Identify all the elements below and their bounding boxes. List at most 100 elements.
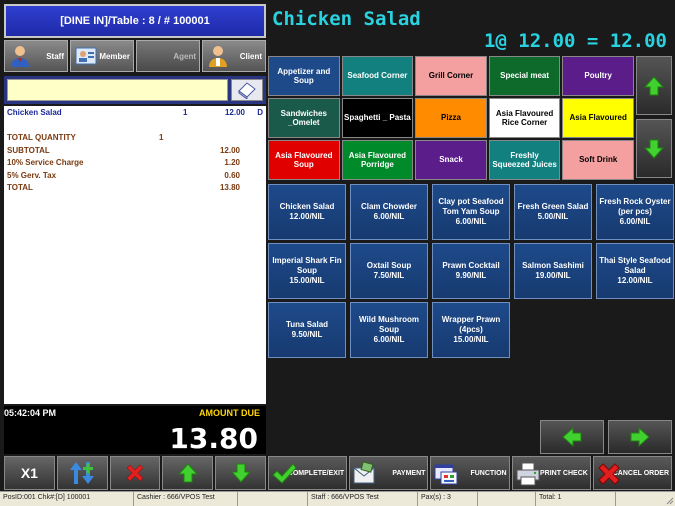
status-empty-2 (478, 492, 536, 506)
category-button[interactable]: Grill Corner (415, 56, 487, 96)
total-quantity-label: TOTAL QUANTITY (7, 133, 76, 142)
function-window-icon (434, 464, 458, 485)
order-controls: X1 (4, 456, 266, 490)
menu-page-arrows (540, 420, 672, 454)
function-button[interactable]: FUNCTION (430, 456, 510, 490)
category-up-button[interactable] (636, 56, 672, 115)
menu-item-button[interactable]: Thai Style Seafood Salad 12.00/NIL (596, 243, 674, 299)
category-button[interactable]: Appetizer and Soup (268, 56, 340, 96)
search-input[interactable] (7, 79, 228, 101)
member-button[interactable]: Member (70, 40, 134, 72)
order-totals: TOTAL QUANTITY 1 SUBTOTAL 12.00 10% Serv… (7, 133, 263, 196)
category-button[interactable]: Asia Flavoured (562, 98, 634, 138)
sort-button[interactable] (56, 456, 108, 490)
menu-item-name: Thai Style Seafood Salad (599, 256, 671, 275)
menu-item-button[interactable]: Tuna Salad 9.50/NIL (268, 302, 346, 358)
resize-grip-icon[interactable] (664, 495, 674, 505)
amount-due-panel: 05:42:04 PM AMOUNT DUE 13.80 (4, 406, 266, 455)
category-button[interactable]: Spaghetti _ Pasta (341, 98, 414, 138)
order-line-qty: 1 (183, 108, 188, 117)
menu-item-button[interactable]: Imperial Shark Fin Soup 15.00/NIL (268, 243, 346, 299)
search-button[interactable] (231, 79, 263, 101)
menu-item-price: 19.00/NIL (535, 271, 571, 280)
menu-item-button[interactable]: Prawn Cocktail 9.90/NIL (432, 243, 510, 299)
menu-item-name: Chicken Salad (279, 202, 335, 211)
staff-button[interactable]: Staff (4, 40, 68, 72)
category-button[interactable]: Pizza (415, 98, 487, 138)
menu-item-button[interactable]: Clam Chowder 6.00/NIL (350, 184, 428, 240)
tax-value: 0.60 (224, 170, 240, 180)
quantity-multiplier-button[interactable]: X1 (4, 456, 55, 490)
eraser-icon (238, 82, 256, 99)
menu-item-grid: Chicken Salad 12.00/NIL Clam Chowder 6.00/N… (268, 184, 674, 358)
agent-button[interactable]: Agent (136, 40, 200, 72)
category-button[interactable]: Special meat (488, 56, 561, 96)
total-quantity-amount (211, 133, 263, 146)
status-empty-1 (238, 492, 308, 506)
menu-item-text: Fresh Rock Oyster (per pcs) 6.00/NIL (599, 197, 671, 227)
menu-item-button[interactable]: Fresh Green Salad 5.00/NIL (514, 184, 592, 240)
search-bar (4, 76, 266, 104)
tax-row: 5% Gerv. Tax 0.60 (7, 171, 263, 184)
menu-item-price: 6.00/NIL (619, 217, 651, 226)
move-up-button[interactable] (162, 456, 214, 490)
order-list: Chicken Salad 1 12.00 D TOTAL QUANTITY 1… (4, 106, 266, 404)
member-label: Member (99, 51, 130, 61)
envelope-payment-icon (353, 461, 375, 484)
order-line[interactable]: Chicken Salad 1 12.00 D (7, 108, 263, 119)
delete-item-button[interactable] (109, 456, 161, 490)
grand-total-label: TOTAL (7, 183, 33, 192)
menu-item-text: Chicken Salad 12.00/NIL (280, 202, 335, 222)
arrow-right-icon (630, 426, 650, 448)
menu-item-button[interactable]: Salmon Sashimi 19.00/NIL (514, 243, 592, 299)
menu-item-button[interactable]: Chicken Salad 12.00/NIL (268, 184, 346, 240)
menu-item-text: Thai Style Seafood Salad 12.00/NIL (599, 256, 671, 286)
category-button[interactable]: Seafood Corner (341, 56, 414, 96)
sort-updown-icon (70, 462, 95, 484)
category-button[interactable]: Asia Flavoured Porridge (341, 140, 414, 180)
complete-exit-button[interactable]: COMPLETE/EXIT (268, 456, 348, 490)
selected-item-name: Chicken Salad (272, 8, 421, 30)
menu-item-price: 9.90/NIL (455, 271, 487, 280)
category-button[interactable]: Sandwiches _Omelet (268, 98, 340, 138)
print-check-button[interactable]: PRINT CHECK (511, 456, 591, 490)
menu-item-price: 9.50/NIL (291, 330, 323, 339)
menu-item-button[interactable]: Oxtail Soup 7.50/NIL (350, 243, 428, 299)
category-down-button[interactable] (636, 119, 672, 178)
menu-item-text: Salmon Sashimi 19.00/NIL (522, 261, 584, 281)
menu-item-price: 6.00/NIL (455, 217, 487, 226)
menu-item-text: Oxtail Soup 7.50/NIL (367, 261, 411, 281)
menu-item-button[interactable]: Wrapper Prawn (4pcs) 15.00/NIL (432, 302, 510, 358)
menu-item-name: Imperial Shark Fin Soup (272, 256, 342, 275)
total-quantity-row: TOTAL QUANTITY 1 (7, 133, 263, 146)
category-button[interactable]: Snack (415, 140, 487, 180)
menu-item-button[interactable]: Wild Mushroom Soup 6.00/NIL (350, 302, 428, 358)
category-button[interactable]: Poultry (562, 56, 634, 96)
client-button[interactable]: Client (202, 40, 266, 72)
category-button[interactable]: Asia Flavoured Soup (268, 140, 340, 180)
payment-button[interactable]: PAYMENT (349, 456, 429, 490)
category-button[interactable]: Asia Flavoured Rice Corner (488, 98, 561, 138)
category-button[interactable]: Soft Drink (562, 140, 634, 180)
arrow-up-icon (177, 463, 198, 483)
menu-item-name: Prawn Cocktail (442, 261, 500, 270)
menu-item-button[interactable]: Clay pot Seafood Tom Yam Soup 6.00/NIL (432, 184, 510, 240)
menu-prev-page-button[interactable] (540, 420, 604, 454)
subtotal-value: 12.00 (219, 145, 240, 155)
menu-item-button[interactable]: Fresh Rock Oyster (per pcs) 6.00/NIL (596, 184, 674, 240)
person-icon (11, 46, 29, 67)
status-pax: Pax(s) : 3 (418, 492, 478, 506)
menu-item-name: Salmon Sashimi (522, 261, 584, 270)
cancel-order-button[interactable]: CANCEL ORDER (592, 456, 673, 490)
clock: 05:42:04 PM (4, 408, 57, 418)
status-bar: PosID:001 Chk#:[D] 100001 Cashier : 666/… (0, 491, 675, 506)
service-charge-label: 10% Service Charge (7, 158, 84, 167)
payment-label: PAYMENT (392, 469, 426, 477)
grand-total-value: 13.80 (219, 183, 240, 192)
multiplier-label: X1 (20, 465, 38, 481)
category-button[interactable]: Freshly Squeezed Juices (488, 140, 561, 180)
move-down-button[interactable] (215, 456, 266, 490)
checkmark-icon (272, 463, 297, 484)
menu-item-price: 12.00/NIL (617, 276, 653, 285)
menu-next-page-button[interactable] (608, 420, 672, 454)
